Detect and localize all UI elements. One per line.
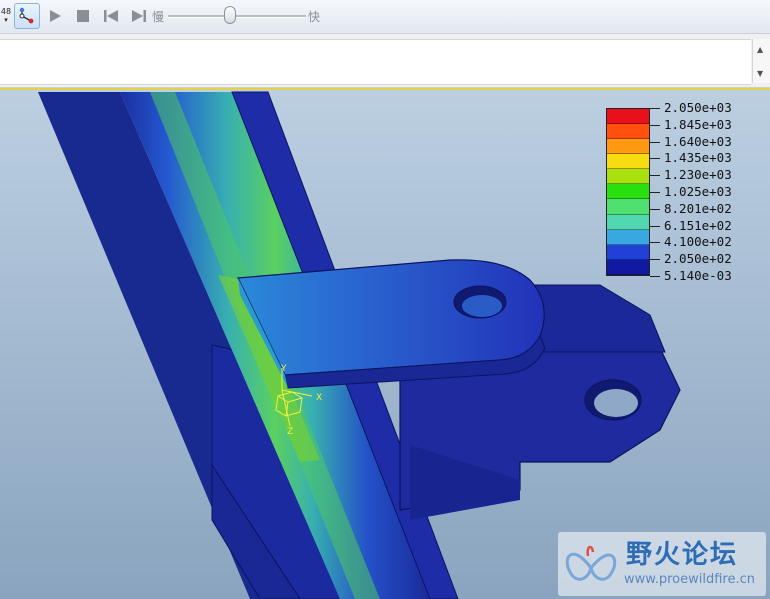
legend-swatch bbox=[607, 184, 649, 200]
legend-swatch bbox=[607, 124, 649, 140]
csys-z-label: Z bbox=[287, 427, 293, 437]
legend-swatch bbox=[607, 244, 649, 260]
play-button[interactable] bbox=[44, 3, 66, 29]
message-text-box bbox=[0, 39, 751, 85]
legend-tick bbox=[650, 208, 660, 210]
legend-label: 1.845e+03 bbox=[664, 116, 732, 132]
legend-label: 1.640e+03 bbox=[664, 133, 732, 149]
stop-icon bbox=[77, 10, 89, 22]
legend-swatch bbox=[607, 214, 649, 230]
legend-tick bbox=[650, 124, 660, 126]
watermark-url: www.proewildfire.cn bbox=[624, 572, 755, 587]
skip-to-first-button[interactable] bbox=[100, 3, 122, 29]
legend-label: 5.140e-03 bbox=[664, 268, 732, 283]
legend-tick bbox=[650, 276, 660, 277]
watermark-title: 野火论坛 bbox=[626, 540, 739, 570]
speed-slow-label: 慢 bbox=[152, 10, 165, 24]
legend-color-bar bbox=[606, 108, 650, 276]
legend-label: 1.435e+03 bbox=[664, 150, 732, 166]
legend-tick bbox=[650, 259, 660, 261]
legend-tick bbox=[650, 192, 660, 193]
skip-to-last-button[interactable] bbox=[128, 3, 150, 29]
animate-button[interactable] bbox=[14, 3, 40, 29]
legend-label: 2.050e+03 bbox=[664, 100, 732, 115]
speed-fast-label: 快 bbox=[308, 10, 321, 24]
animate-icon bbox=[19, 7, 34, 24]
watermark: 野火论坛 www.proewildfire.cn bbox=[558, 532, 766, 596]
butterfly-logo-icon bbox=[565, 545, 617, 581]
legend-label: 2.050e+02 bbox=[664, 251, 732, 267]
legend-swatch bbox=[607, 169, 649, 185]
legend-swatch bbox=[607, 109, 649, 125]
legend-tick bbox=[650, 225, 660, 227]
legend-swatch bbox=[607, 259, 649, 275]
skip-first-icon bbox=[104, 10, 118, 22]
legend-label: 4.100e+02 bbox=[664, 234, 732, 250]
legend-label: 6.151e+02 bbox=[664, 217, 732, 233]
skip-last-icon bbox=[132, 10, 146, 22]
scroll-down-icon[interactable]: ▼ bbox=[757, 69, 763, 78]
legend-label: 8.201e+02 bbox=[664, 200, 732, 216]
legend-tick bbox=[650, 242, 660, 244]
animation-toolbar: 48 ▾ 慢 快 bbox=[0, 0, 770, 34]
dropdown-arrow-icon: ▾ bbox=[4, 16, 8, 24]
scroll-up-icon[interactable]: ▲ bbox=[757, 45, 763, 54]
speed-slider-thumb[interactable] bbox=[224, 6, 237, 24]
legend-tick bbox=[650, 108, 660, 109]
stress-legend: 2.050e+03 1.845e+03 1.640e+03 1.435e+03 1.23… bbox=[606, 100, 770, 283]
legend-tick bbox=[650, 175, 660, 177]
csys-y-label: Y bbox=[280, 364, 287, 374]
legend-tick bbox=[650, 158, 660, 160]
legend-label: 1.025e+03 bbox=[664, 184, 732, 199]
message-scrollbar[interactable]: ▲ ▼ bbox=[752, 39, 770, 83]
csys-x-label: X bbox=[316, 393, 322, 403]
legend-tick bbox=[650, 141, 660, 143]
message-area: ▲ ▼ bbox=[0, 34, 770, 88]
top-lug-plate bbox=[237, 259, 545, 376]
graphics-viewport[interactable]: Y X Z 2.050e+03 1.845e+03 1.640e+03 1.435e+… bbox=[0, 90, 770, 599]
legend-swatch bbox=[607, 229, 649, 245]
partial-button-text: 48 bbox=[0, 7, 12, 16]
legend-swatch bbox=[607, 199, 649, 215]
play-icon bbox=[50, 10, 61, 22]
legend-label: 1.230e+03 bbox=[664, 167, 732, 183]
legend-swatch bbox=[607, 154, 649, 170]
stop-button[interactable] bbox=[72, 3, 94, 29]
partial-toolbar-button[interactable]: 48 ▾ bbox=[0, 3, 12, 29]
legend-swatch bbox=[607, 139, 649, 155]
speed-slider-track[interactable] bbox=[168, 15, 306, 18]
